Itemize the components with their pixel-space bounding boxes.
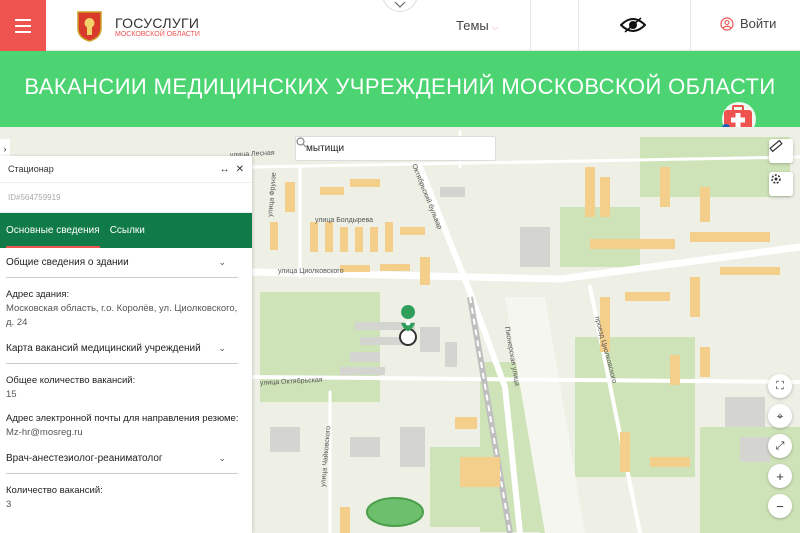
minus-icon: − xyxy=(776,498,784,514)
panel-controls: ↔ ✕ xyxy=(220,164,244,175)
user-icon xyxy=(720,16,734,31)
section-building-header[interactable]: Общие сведения о здании ⌄ xyxy=(6,248,238,278)
themes-menu[interactable]: Темы ⌵ xyxy=(456,18,499,33)
close-icon[interactable]: ✕ xyxy=(236,164,244,175)
address-field: Адрес здания: Московская область, г.о. К… xyxy=(6,278,246,330)
panel-body: Общие сведения о здании ⌄ Адрес здания: … xyxy=(0,248,252,512)
burger-line xyxy=(15,30,31,33)
email-value[interactable]: Mz-hr@mosreg.ru xyxy=(6,426,246,440)
street-label: улица Циолковского xyxy=(278,268,344,275)
settings-icon xyxy=(771,174,781,184)
header-divider xyxy=(690,0,691,51)
expand-button[interactable]: ⤢ xyxy=(768,434,792,458)
street-label: Октябрьский бульвар xyxy=(410,163,444,231)
ruler-button[interactable] xyxy=(769,139,793,163)
panel-title: Стационар xyxy=(8,164,54,174)
page-title: ВАКАНСИИ МЕДИЦИНСКИХ УЧРЕЖДЕНИЙ МОСКОВСК… xyxy=(24,74,776,99)
field-value: 3 xyxy=(6,499,12,510)
coat-of-arms-icon[interactable] xyxy=(76,10,103,42)
search-icon[interactable] xyxy=(296,137,307,148)
street-label: улица Фрунзе xyxy=(267,172,278,217)
chevron-down-icon: ⌄ xyxy=(218,257,226,267)
top-header: ГОСУСЛУГИ МОСКОВСКОЙ ОБЛАСТИ Темы ⌵ Войти xyxy=(0,0,800,51)
chevron-down-icon: ⌄ xyxy=(218,453,226,463)
field-label: Адрес электронной почты для направления … xyxy=(6,413,239,424)
panel-header: Стационар ↔ ✕ xyxy=(0,156,252,183)
geolocation-button[interactable]: ⌖ xyxy=(768,404,792,428)
plus-icon: + xyxy=(776,468,784,484)
crosshair-icon: ⌖ xyxy=(776,408,784,423)
chevron-down-icon xyxy=(394,1,406,8)
vacancy-count-field: Количество вакансий: 3 xyxy=(6,474,246,512)
field-value: 15 xyxy=(6,389,17,400)
ruler-icon xyxy=(769,139,783,153)
chevron-down-icon: ⌄ xyxy=(218,343,226,353)
tab-links[interactable]: Ссылки xyxy=(110,213,145,248)
header-divider xyxy=(578,0,579,51)
section-map-header[interactable]: Карта вакансий медицинский учреждений ⌄ xyxy=(6,334,238,364)
burger-line xyxy=(15,18,31,21)
info-panel: Стационар ↔ ✕ ID#564759919 Основные свед… xyxy=(0,156,252,533)
section-title: Общие сведения о здании xyxy=(6,257,129,268)
section-title: Врач-анестезиолог-реаниматолог xyxy=(6,453,163,464)
zoom-out-button[interactable]: − xyxy=(768,494,792,518)
expand-arrows-icon: ⤢ xyxy=(775,439,785,452)
menu-button[interactable] xyxy=(0,0,46,51)
logo-title[interactable]: ГОСУСЛУГИ xyxy=(115,15,199,31)
layers-settings-button[interactable] xyxy=(769,172,793,196)
email-field: Адрес электронной почты для направления … xyxy=(6,402,246,440)
fullscreen-button[interactable]: ⛶ xyxy=(768,374,792,398)
app-root: ГОСУСЛУГИ МОСКОВСКОЙ ОБЛАСТИ Темы ⌵ Войти… xyxy=(0,0,800,533)
field-label: Общее количество вакансий: xyxy=(6,375,136,386)
record-id: ID#564759919 xyxy=(0,183,252,213)
field-label: Адрес здания: xyxy=(6,289,70,300)
tab-main-info[interactable]: Основные сведения xyxy=(6,213,100,248)
chevron-right-icon: › xyxy=(3,144,7,154)
collapse-header-button[interactable] xyxy=(382,0,418,12)
section-position-header[interactable]: Врач-анестезиолог-реаниматолог ⌄ xyxy=(6,444,238,474)
field-label: Количество вакансий: xyxy=(6,485,103,496)
total-vacancies-field: Общее количество вакансий: 15 xyxy=(6,364,246,402)
map-search-box[interactable] xyxy=(295,136,496,161)
fullscreen-icon: ⛶ xyxy=(776,379,784,392)
themes-label: Темы xyxy=(456,18,489,33)
location-marker-icon[interactable] xyxy=(399,305,417,346)
chevron-down-icon: ⌵ xyxy=(491,22,499,32)
street-label: улица Болдырева xyxy=(315,217,373,224)
burger-line xyxy=(15,24,31,27)
zoom-in-button[interactable]: + xyxy=(768,464,792,488)
login-button[interactable]: Войти xyxy=(720,16,776,31)
logo-subtitle: МОСКОВСКОЙ ОБЛАСТИ xyxy=(115,31,200,38)
field-value: Московская область, г.о. Королёв, ул. Ци… xyxy=(6,303,238,328)
accessibility-eye-icon[interactable] xyxy=(620,15,646,35)
header-divider xyxy=(530,0,531,51)
page-banner: ВАКАНСИИ МЕДИЦИНСКИХ УЧРЕЖДЕНИЙ МОСКОВСК… xyxy=(0,51,800,136)
panel-tabs: Основные сведения Ссылки xyxy=(0,213,252,248)
resize-icon[interactable]: ↔ xyxy=(220,164,230,175)
login-label: Войти xyxy=(740,16,777,31)
map-search-input[interactable] xyxy=(306,143,487,154)
section-title: Карта вакансий медицинский учреждений xyxy=(6,343,201,354)
